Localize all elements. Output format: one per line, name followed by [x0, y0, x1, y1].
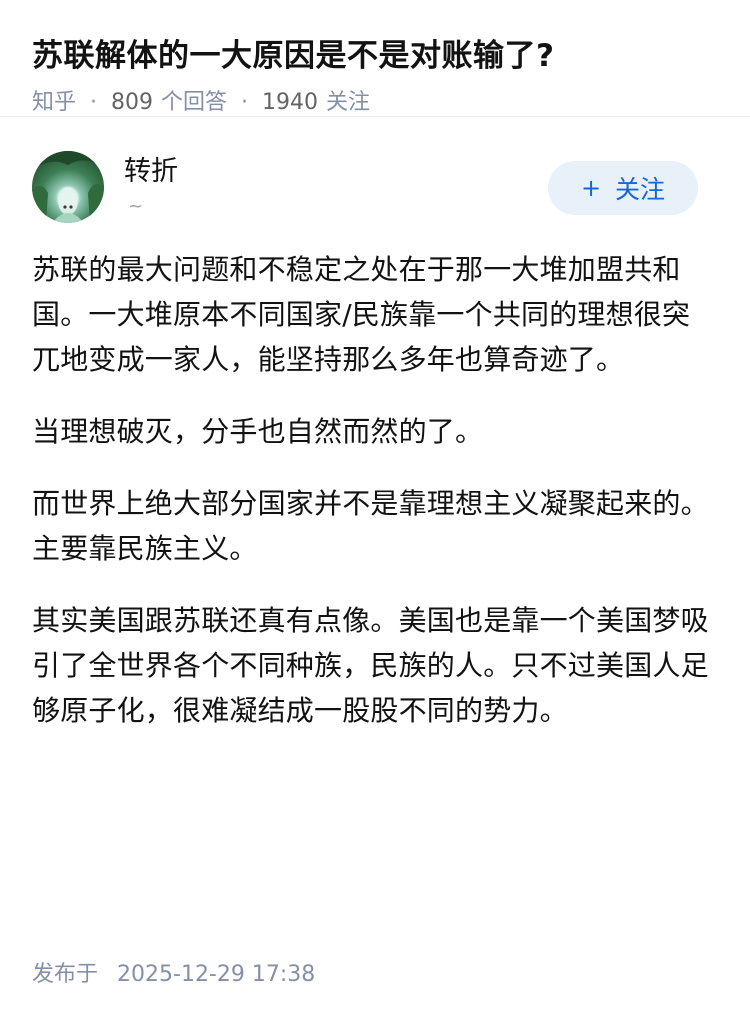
answer-paragraph: 而世界上绝大部分国家并不是靠理想主义凝聚起来的。主要靠民族主义。 — [32, 487, 709, 565]
answers-count: 809 — [111, 90, 154, 115]
answer-page: 苏联解体的一大原因是不是对账输了? 知乎 · 809 个回答 · 1940 关注… — [0, 0, 750, 1026]
question-meta: 知乎 · 809 个回答 · 1940 关注 — [32, 88, 718, 118]
answers-label[interactable]: 个回答 — [161, 88, 227, 118]
author-name[interactable]: 转折 — [124, 155, 178, 189]
separator-dot: · — [90, 90, 98, 115]
answer-paragraph: 其实美国跟苏联还真有点像。美国也是靠一个美国梦吸引了全世界各个不同种族，民族的人… — [32, 604, 709, 727]
question-title[interactable]: 苏联解体的一大原因是不是对账输了? — [32, 34, 718, 78]
answer-paragraph: 苏联的最大问题和不稳定之处在于那一大堆加盟共和国。一大堆原本不同国家/民族靠一个… — [32, 253, 691, 376]
author-bio: ~ — [128, 196, 144, 217]
published-label: 发布于 — [32, 962, 99, 987]
avatar-image-icon — [32, 151, 104, 223]
followers-count: 1940 — [262, 90, 319, 115]
author-bar: 转折 ~ + 关注 — [0, 117, 750, 227]
publish-info: 发布于 2025-12-29 17:38 — [32, 960, 315, 990]
answer-paragraph: 当理想破灭，分手也自然而然的了。 — [32, 415, 484, 448]
question-header: 苏联解体的一大原因是不是对账输了? 知乎 · 809 个回答 · 1940 关注 — [0, 0, 750, 117]
avatar[interactable] — [32, 151, 104, 223]
plus-icon: + — [580, 174, 602, 202]
source-label[interactable]: 知乎 — [32, 88, 76, 118]
follow-button[interactable]: + 关注 — [548, 161, 698, 215]
follow-button-label: 关注 — [615, 175, 666, 204]
followers-label[interactable]: 关注 — [326, 88, 370, 118]
answer-content: 苏联的最大问题和不稳定之处在于那一大堆加盟共和国。一大堆原本不同国家/民族靠一个… — [0, 227, 750, 733]
published-time: 2025-12-29 17:38 — [117, 962, 316, 987]
separator-dot: · — [241, 90, 249, 115]
